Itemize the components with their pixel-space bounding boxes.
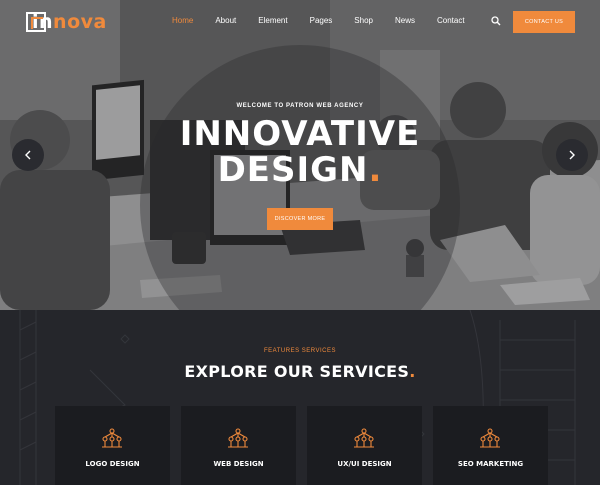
main-nav: Home About Element Pages Shop News Conta… <box>172 16 487 25</box>
nav-item-element[interactable]: Element <box>258 16 287 25</box>
services-title-dot: . <box>409 362 416 381</box>
nav-item-news[interactable]: News <box>395 16 415 25</box>
hero-subtitle: WELCOME TO PATRON WEB AGENCY <box>236 103 364 109</box>
service-card-label: SEO MARKETING <box>457 460 524 468</box>
logo-text-part-2: nova <box>53 11 107 33</box>
hero-banner: WELCOME TO PATRON WEB AGENCY INNOVATIVE … <box>0 0 600 310</box>
chevron-left-icon <box>25 150 31 160</box>
service-card-seo-marketing[interactable]: SEO MARKETING <box>433 406 548 485</box>
brand-logo[interactable]: innova <box>26 11 107 33</box>
nav-item-contact[interactable]: Contact <box>437 16 465 25</box>
network-icon <box>354 428 374 448</box>
nav-item-home[interactable]: Home <box>172 16 193 25</box>
slider-prev-button[interactable] <box>12 139 44 171</box>
nav-item-shop[interactable]: Shop <box>354 16 373 25</box>
hero-title-line-1: INNOVATIVE <box>179 114 421 154</box>
service-card-ux-ui-design[interactable]: UX/UI DESIGN <box>307 406 422 485</box>
service-card-label: UX/UI DESIGN <box>337 460 392 468</box>
service-card-logo-design[interactable]: LOGO DESIGN <box>55 406 170 485</box>
services-title-text: EXPLORE OUR SERVICES <box>184 362 410 381</box>
network-icon <box>228 428 248 448</box>
hero-title-dot: . <box>368 150 383 190</box>
contact-us-button[interactable]: CONTACT US <box>513 11 575 33</box>
search-icon[interactable] <box>491 16 501 26</box>
nav-item-pages[interactable]: Pages <box>310 16 333 25</box>
services-eyebrow: FEATURES SERVICES <box>264 348 336 354</box>
hero-title-word: DESIGN <box>217 150 369 190</box>
discover-more-button[interactable]: DISCOVER MORE <box>267 208 333 230</box>
network-icon <box>102 428 122 448</box>
hero-title: INNOVATIVE DESIGN. <box>0 116 600 188</box>
services-cards: LOGO DESIGN WEB DESIGN UX/UI DESIGN SEO … <box>55 406 548 485</box>
chevron-right-icon <box>569 150 575 160</box>
site-header: innova Home About Element Pages Shop New… <box>0 0 600 44</box>
nav-item-about[interactable]: About <box>215 16 236 25</box>
logo-mark <box>26 12 46 32</box>
service-card-label: WEB DESIGN <box>213 460 264 468</box>
network-icon <box>480 428 500 448</box>
service-card-label: LOGO DESIGN <box>85 460 140 468</box>
services-title: EXPLORE OUR SERVICES. <box>0 362 600 381</box>
slider-next-button[interactable] <box>556 139 588 171</box>
page: WELCOME TO PATRON WEB AGENCY INNOVATIVE … <box>0 0 600 485</box>
hero-title-line-2: DESIGN. <box>0 152 600 188</box>
services-section: FEATURES SERVICES EXPLORE OUR SERVICES. … <box>0 310 600 485</box>
service-card-web-design[interactable]: WEB DESIGN <box>181 406 296 485</box>
